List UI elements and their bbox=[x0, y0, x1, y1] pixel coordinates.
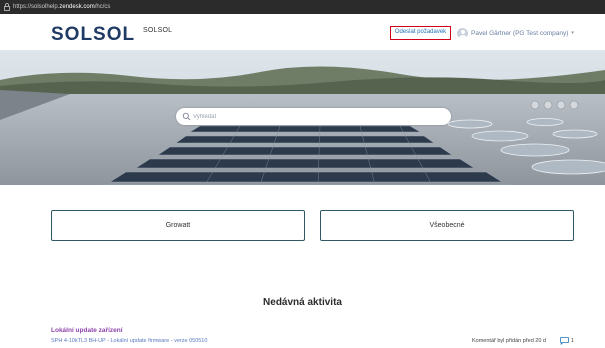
activity-item-meta: Komentář byl přidán před 20 d bbox=[472, 338, 546, 344]
activity-item-title[interactable]: Lokální update zařízení bbox=[51, 327, 123, 334]
user-menu[interactable]: Pavel Gärtner (PG Test company) ▾ bbox=[457, 25, 574, 41]
site-header: SOLSOL SOLSOL Odeslat požadavek Pavel Gä… bbox=[0, 14, 605, 50]
url-text[interactable]: https://solsolhelp.zendesk.com/hc/cs bbox=[13, 2, 110, 12]
submit-request-button[interactable]: Odeslat požadavek bbox=[390, 26, 451, 40]
avatar[interactable] bbox=[457, 27, 468, 39]
activity-item-article-link[interactable]: SPH 4-10kTL3 BH-UP - Lokální update firm… bbox=[51, 338, 207, 344]
search-input[interactable] bbox=[193, 110, 443, 123]
search-bar[interactable] bbox=[176, 108, 451, 125]
browser-address-bar[interactable]: https://solsolhelp.zendesk.com/hc/cs bbox=[0, 0, 605, 14]
brand-name[interactable]: SOLSOL bbox=[143, 27, 172, 34]
chevron-down-icon[interactable]: ▾ bbox=[571, 30, 574, 36]
category-growatt[interactable]: Growatt bbox=[51, 210, 305, 241]
user-name[interactable]: Pavel Gärtner (PG Test company) bbox=[471, 30, 568, 37]
lock-icon bbox=[4, 3, 10, 11]
category-general[interactable]: Všeobecné bbox=[320, 210, 574, 241]
search-icon bbox=[182, 112, 191, 121]
solsol-logo[interactable]: SOLSOL bbox=[51, 24, 135, 42]
svg-text:SOLSOL: SOLSOL bbox=[51, 24, 135, 42]
hero-banner bbox=[0, 50, 605, 185]
recent-activity-heading: Nedávná aktivita bbox=[263, 297, 342, 308]
comment-icon bbox=[560, 337, 569, 345]
comment-count: 1 bbox=[571, 338, 575, 344]
